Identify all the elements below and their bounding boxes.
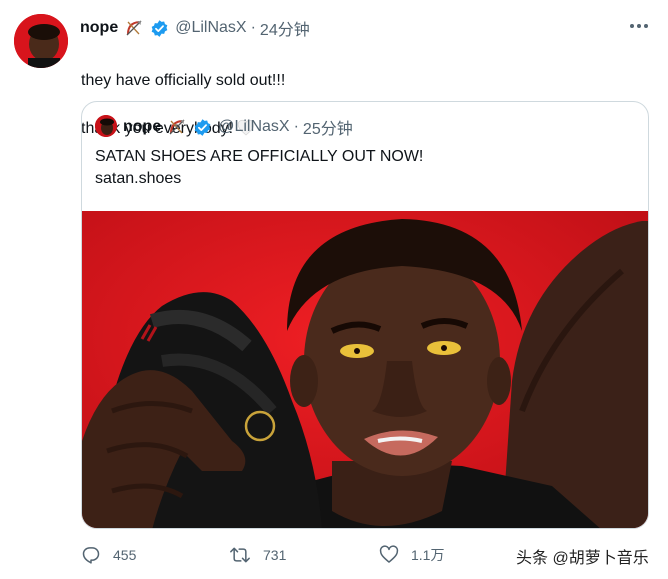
quoted-time: 25分钟 [302,121,353,138]
verified-badge-icon [150,19,169,38]
display-name[interactable]: nope [80,19,118,37]
tweet-header: nope @LilNasX · 24分钟 [80,16,310,40]
reply-button[interactable]: 455 [81,540,136,570]
quoted-display-name: nope [123,118,162,135]
quoted-avatar[interactable] [95,115,117,137]
quoted-avatar-image [95,115,117,137]
tweet-time[interactable]: 24分钟 [260,16,310,40]
reply-icon [82,547,100,564]
quoted-media-photo[interactable] [82,211,648,528]
profile-avatar[interactable] [14,14,68,68]
like-button[interactable]: 1.1万 [379,540,444,570]
quoted-tweet-card[interactable]: nope @LilNasX · 25分钟 SATAN SHOES ARE OFF… [81,101,649,529]
quoted-handle: @LilNasX [218,118,290,135]
dot-separator: · [293,118,299,135]
reply-count: 455 [113,547,137,563]
quoted-text-line-2: satan.shoes [95,170,182,187]
retweet-count: 731 [263,547,287,563]
quoted-text: SATAN SHOES ARE OFFICIALLY OUT NOW! sata… [95,146,423,190]
watermark: 头条 @胡萝卜音乐 [513,543,652,569]
tweet-text-line-1: they have officially sold out!!! [81,72,286,89]
user-handle[interactable]: @LilNasX [175,19,246,37]
quoted-text-line-1: SATAN SHOES ARE OFFICIALLY OUT NOW! [95,148,424,165]
more-options-button[interactable] [624,16,654,36]
photo-image [82,211,648,528]
avatar-image [14,14,68,68]
bow-and-arrow-icon [167,117,187,137]
quoted-header: nope @LilNasX · 25分钟 [123,116,353,138]
bow-and-arrow-icon [124,18,144,38]
like-count: 1.1万 [411,547,445,563]
dot-separator: · [250,19,256,36]
retweet-button[interactable]: 731 [229,540,286,570]
retweet-icon [230,547,250,563]
verified-badge-icon [193,118,212,137]
more-dots-icon [630,24,648,28]
heart-icon [379,545,399,563]
